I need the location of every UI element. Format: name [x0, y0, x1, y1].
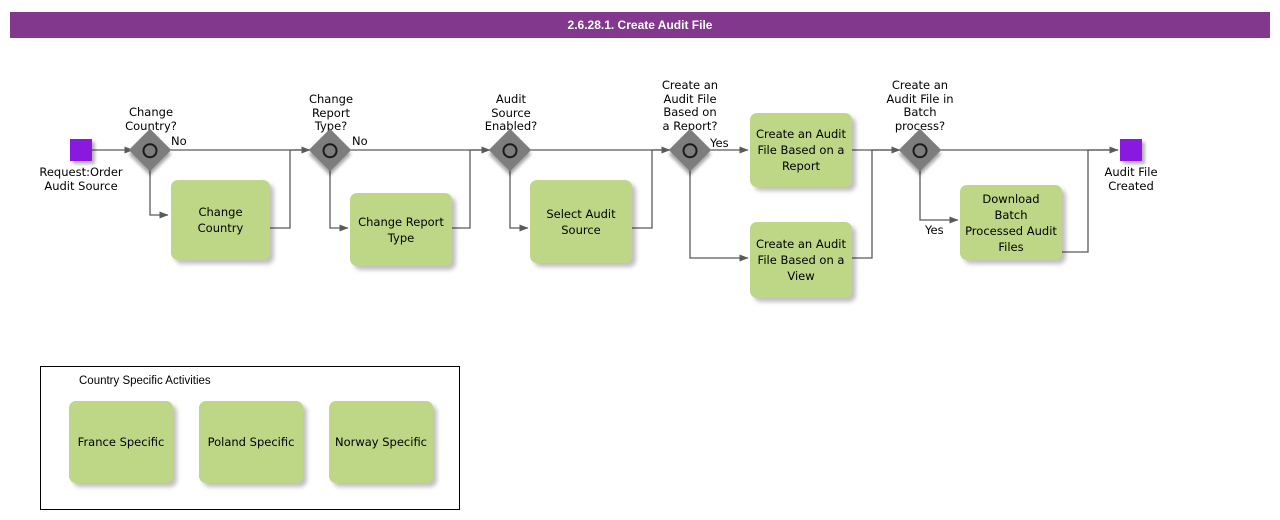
task-download-batch-files[interactable]: Download Batch Processed Audit Files — [960, 185, 1062, 260]
gateway-batch-process[interactable] — [898, 128, 942, 172]
task-create-file-from-view[interactable]: Create an Audit File Based on a View — [750, 222, 852, 298]
legend-task-norway[interactable]: Norway Specific — [329, 401, 433, 483]
gateway-batch-process-label: Create an Audit File in Batch process? — [886, 78, 954, 133]
task-label: Select Audit Source — [546, 206, 616, 237]
inclusive-gateway-icon — [142, 142, 158, 158]
gateway-audit-source-enabled-label: Audit Source Enabled? — [484, 92, 538, 133]
legend-task-label: Norway Specific — [334, 435, 428, 449]
gateway-audit-source-enabled[interactable] — [488, 128, 532, 172]
inclusive-gateway-icon — [682, 142, 698, 158]
task-label: Create an Audit File Based on a Report — [755, 127, 847, 173]
inclusive-gateway-icon — [502, 142, 518, 158]
task-label: Create an Audit File Based on a View — [755, 237, 847, 283]
task-select-audit-source[interactable]: Select Audit Source — [530, 180, 632, 263]
gateway-change-report-type[interactable] — [308, 128, 352, 172]
start-event[interactable] — [70, 139, 92, 161]
task-label: Download Batch Processed Audit Files — [965, 191, 1057, 254]
legend-task-france[interactable]: France Specific — [69, 401, 173, 483]
task-create-file-from-report[interactable]: Create an Audit File Based on a Report — [750, 113, 852, 187]
start-event-label: Request:Order Audit Source — [39, 165, 123, 193]
gateway-based-on-report[interactable] — [668, 128, 712, 172]
end-event[interactable] — [1120, 139, 1142, 161]
task-change-report-type[interactable]: Change Report Type — [350, 193, 452, 266]
gateway-based-on-report-label: Create an Audit File Based on a Report? — [661, 78, 719, 133]
bpmn-diagram-canvas: Request:Order Audit Source Change Countr… — [0, 0, 1280, 520]
end-event-label: Audit File Created — [1104, 165, 1158, 193]
task-label: Change Report Type — [358, 214, 444, 245]
flow-label-change-report-type-no: No — [352, 134, 368, 148]
legend-task-label: France Specific — [77, 435, 165, 449]
legend-task-label: Poland Specific — [207, 435, 295, 449]
gateway-change-report-type-label: Change Report Type? — [308, 92, 354, 133]
task-change-country[interactable]: Change Country — [171, 180, 270, 260]
legend-task-poland[interactable]: Poland Specific — [199, 401, 303, 483]
gateway-change-country[interactable] — [128, 128, 172, 172]
legend-title: Country Specific Activities — [79, 375, 211, 387]
flow-label-change-country-no: No — [171, 134, 187, 148]
flow-label-batch-process-yes: Yes — [925, 223, 944, 237]
flow-label-based-on-report-yes: Yes — [710, 136, 729, 150]
task-label: Change Country — [197, 205, 244, 235]
inclusive-gateway-icon — [322, 142, 338, 158]
inclusive-gateway-icon — [912, 142, 928, 158]
